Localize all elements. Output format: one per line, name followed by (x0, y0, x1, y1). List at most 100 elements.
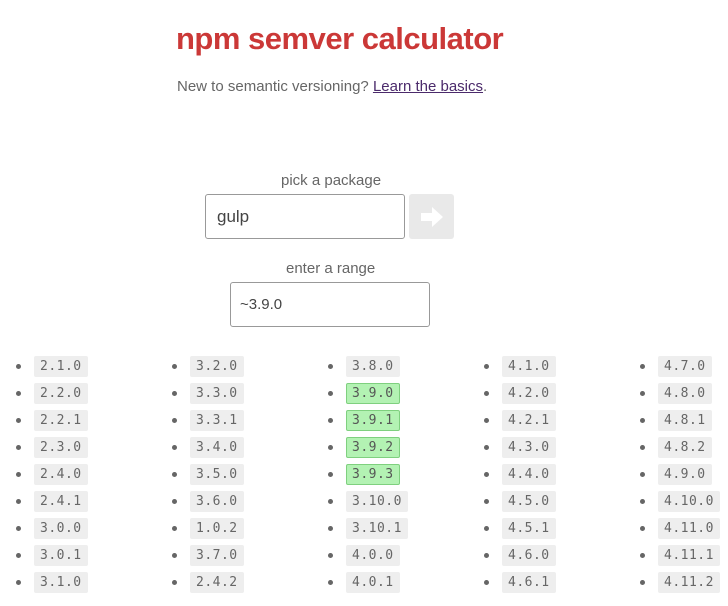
bullet-icon (172, 499, 177, 504)
bullet-icon (640, 418, 645, 423)
intro-prefix: New to semantic versioning? (177, 78, 373, 95)
version-item: 3.10.1 (328, 515, 408, 542)
version-label: 3.4.0 (190, 437, 244, 458)
bullet-icon (328, 526, 333, 531)
version-matching: 3.9.2 (346, 437, 400, 458)
arrow-right-icon (420, 206, 443, 227)
bullet-icon (172, 364, 177, 369)
bullet-icon (172, 472, 177, 477)
version-item: 3.4.0 (172, 434, 244, 461)
version-label: 4.3.0 (502, 437, 556, 458)
bullet-icon (484, 472, 489, 477)
version-label: 4.8.1 (658, 410, 712, 431)
version-label: 4.11.2 (658, 572, 720, 593)
version-item: 3.3.1 (172, 407, 244, 434)
version-item: 4.8.0 (640, 380, 720, 407)
version-label: 3.7.0 (190, 545, 244, 566)
version-label: 4.2.0 (502, 383, 556, 404)
version-item: 3.7.0 (172, 542, 244, 569)
version-item: 2.2.1 (16, 407, 88, 434)
version-label: 4.11.1 (658, 545, 720, 566)
version-label: 4.7.0 (658, 356, 712, 377)
bullet-icon (16, 418, 21, 423)
version-item: 4.3.0 (484, 434, 556, 461)
version-item: 2.1.0 (16, 353, 88, 380)
version-label: 2.4.0 (34, 464, 88, 485)
version-item: 4.7.0 (640, 353, 720, 380)
bullet-icon (172, 418, 177, 423)
version-item: 1.0.2 (172, 515, 244, 542)
bullet-icon (640, 580, 645, 585)
version-item: 3.8.0 (328, 353, 408, 380)
package-input[interactable] (205, 194, 405, 239)
version-matching: 3.9.0 (346, 383, 400, 404)
version-label: 2.4.1 (34, 491, 88, 512)
version-column: 2.1.0 2.2.0 2.2.1 2.3.0 2.4.0 2.4.1 3.0.0 3.0.1… (16, 353, 88, 596)
page-title: npm semver calculator (176, 21, 504, 56)
intro-suffix: . (483, 78, 488, 95)
version-label: 3.8.0 (346, 356, 400, 377)
bullet-icon (484, 499, 489, 504)
bullet-icon (484, 445, 489, 450)
bullet-icon (328, 391, 333, 396)
version-matching: 3.9.1 (346, 410, 400, 431)
bullet-icon (328, 499, 333, 504)
bullet-icon (172, 580, 177, 585)
version-item: 3.0.0 (16, 515, 88, 542)
version-item: 4.1.0 (484, 353, 556, 380)
version-item: 3.5.0 (172, 461, 244, 488)
version-label: 3.10.0 (346, 491, 408, 512)
bullet-icon (172, 391, 177, 396)
version-label: 3.0.0 (34, 518, 88, 539)
version-item: 2.4.1 (16, 488, 88, 515)
version-label: 2.2.0 (34, 383, 88, 404)
version-label: 4.5.0 (502, 491, 556, 512)
version-item: 4.11.0 (640, 515, 720, 542)
version-label: 4.0.1 (346, 572, 400, 593)
version-item: 3.9.1 (328, 407, 408, 434)
version-item: 3.2.0 (172, 353, 244, 380)
version-item: 4.11.1 (640, 542, 720, 569)
version-item: 4.8.1 (640, 407, 720, 434)
version-label: 3.10.1 (346, 518, 408, 539)
version-label: 2.4.2 (190, 572, 244, 593)
version-item: 4.0.1 (328, 569, 408, 596)
bullet-icon (328, 445, 333, 450)
bullet-icon (640, 553, 645, 558)
bullet-icon (484, 580, 489, 585)
version-label: 3.3.0 (190, 383, 244, 404)
go-button[interactable] (409, 194, 454, 239)
bullet-icon (640, 526, 645, 531)
version-item: 3.6.0 (172, 488, 244, 515)
version-label: 3.0.1 (34, 545, 88, 566)
version-label: 3.2.0 (190, 356, 244, 377)
bullet-icon (16, 364, 21, 369)
bullet-icon (484, 418, 489, 423)
bullet-icon (172, 553, 177, 558)
bullet-icon (328, 580, 333, 585)
range-input[interactable] (230, 282, 430, 327)
version-label: 4.6.0 (502, 545, 556, 566)
version-label: 3.3.1 (190, 410, 244, 431)
version-column: 4.1.0 4.2.0 4.2.1 4.3.0 4.4.0 4.5.0 4.5.1 4.6.0… (484, 353, 556, 596)
version-label: 4.6.1 (502, 572, 556, 593)
bullet-icon (640, 445, 645, 450)
version-item: 2.4.0 (16, 461, 88, 488)
version-item: 2.2.0 (16, 380, 88, 407)
bullet-icon (16, 472, 21, 477)
bullet-icon (484, 391, 489, 396)
version-column: 3.8.0 3.9.0 3.9.1 3.9.2 3.9.3 3.10.0 3.10.1 4.0… (328, 353, 408, 596)
version-item: 4.9.0 (640, 461, 720, 488)
learn-basics-link[interactable]: Learn the basics (373, 78, 483, 95)
bullet-icon (328, 364, 333, 369)
bullet-icon (328, 553, 333, 558)
version-item: 4.6.0 (484, 542, 556, 569)
version-item: 3.10.0 (328, 488, 408, 515)
version-item: 3.0.1 (16, 542, 88, 569)
bullet-icon (640, 391, 645, 396)
bullet-icon (16, 553, 21, 558)
version-label: 3.5.0 (190, 464, 244, 485)
range-label: enter a range (286, 260, 376, 277)
bullet-icon (16, 391, 21, 396)
version-label: 1.0.2 (190, 518, 244, 539)
